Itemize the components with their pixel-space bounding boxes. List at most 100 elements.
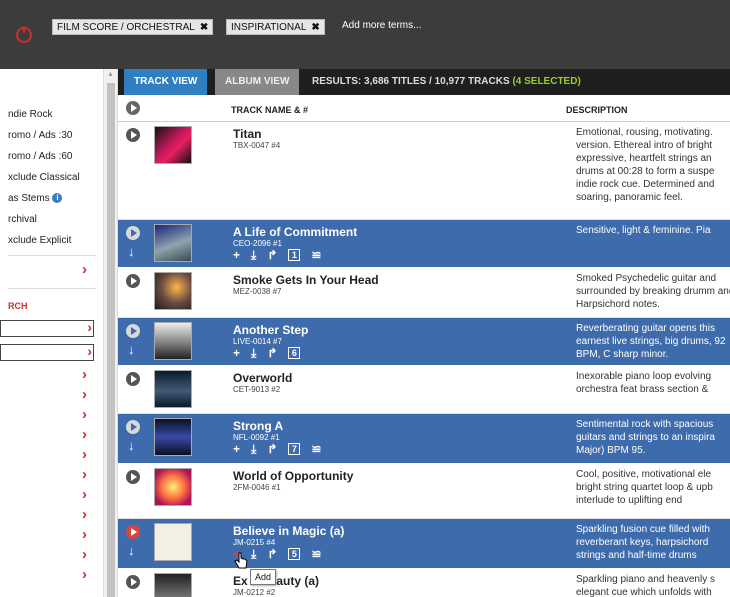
share-icon[interactable]: ↱ [267,346,277,360]
play-icon[interactable] [126,525,140,539]
track-title[interactable]: Smoke Gets In Your Head [233,273,379,287]
download-arrow-icon[interactable]: ↓ [128,438,135,453]
play-icon[interactable] [126,128,140,142]
chevron-right-icon[interactable]: › [82,527,87,542]
search-term-chip[interactable]: INSPIRATIONAL ✖ [226,19,325,35]
track-actions: + ⤓ ↱ 1 ≌ [233,248,332,262]
album-art [154,126,192,164]
power-icon[interactable] [16,26,32,43]
track-row[interactable]: Smoke Gets In Your Head MEZ-0038 #7 Smok… [118,268,730,318]
track-code: TBX-0047 #4 [233,141,281,150]
search-term-chip[interactable]: FILM SCORE / ORCHESTRAL ✖ [52,19,214,35]
chevron-right-icon[interactable]: › [82,407,87,422]
download-arrow-icon[interactable]: ↓ [128,244,135,259]
chevron-right-icon[interactable]: › [87,343,92,359]
track-row[interactable]: ↓ Strong A NFL-0092 #1 + ⤓ ↱ 7 ≌ Sentimental… [118,414,730,464]
play-icon[interactable] [126,372,140,386]
track-description: Sparkling piano and heavenly s elegant c… [576,574,715,597]
filter-exclude-classical[interactable]: xclude Classical [8,172,80,183]
remove-term-icon[interactable]: ✖ [311,22,319,33]
track-row[interactable]: Overworld CET-9013 #2 Inexorable piano l… [118,366,730,414]
scroll-up-icon[interactable]: ▲ [107,71,114,78]
track-title[interactable]: Strong A [233,419,283,433]
play-all-icon[interactable] [126,101,140,115]
track-row[interactable]: Ex e Beauty (a) JM-0212 #2 Sparkling pia… [118,569,730,597]
track-list: Titan TBX-0047 #4 Emotional, rousing, mo… [118,122,730,597]
search-field[interactable]: › [0,343,94,361]
tab-track-view[interactable]: TRACK VIEW [124,69,208,102]
track-title[interactable]: Believe in Magic (a) [233,524,344,538]
tab-album-view[interactable]: ALBUM VIEW [215,69,300,95]
play-icon[interactable] [126,420,140,434]
chevron-right-icon[interactable]: › [82,507,87,522]
track-code: CET-9013 #2 [233,385,281,394]
track-title[interactable]: Overworld [233,371,292,385]
track-code: LIVE-0014 #7 [233,337,282,346]
track-description: Inexorable piano loop evolving orchestra… [576,371,712,395]
track-row[interactable]: ↓ A Life of Commitment CEO-2096 #1 + ⤓ ↱ 1 ≌… [118,220,730,268]
track-code: JM-0215 #4 [233,538,276,547]
play-icon[interactable] [126,226,140,240]
track-description: Sentimental rock with spacious guitars a… [576,419,715,456]
similar-icon[interactable]: ≌ [311,248,321,262]
track-row[interactable]: Titan TBX-0047 #4 Emotional, rousing, mo… [118,122,730,220]
search-field[interactable]: › [0,319,94,337]
track-title[interactable]: Titan [233,127,261,141]
results-count: RESULTS: 3,686 TITLES / 10,977 TRACKS (4… [312,76,581,87]
column-track-name[interactable]: TRACK NAME & # [231,105,308,115]
download-arrow-icon[interactable]: ↓ [128,342,135,357]
download-icon[interactable]: ⤓ [251,442,256,457]
share-icon[interactable]: ↱ [267,442,277,456]
chevron-right-icon[interactable]: › [82,547,87,562]
filter-has-stems[interactable]: as Stems i [8,193,63,204]
chevron-right-icon[interactable]: › [82,487,87,502]
track-row[interactable]: World of Opportunity 2FM-0046 #1 Cool, p… [118,464,730,519]
track-title[interactable]: A Life of Commitment [233,225,357,239]
chevron-right-icon[interactable]: › [87,319,92,335]
download-arrow-icon[interactable]: ↓ [128,543,135,558]
share-icon[interactable]: ↱ [267,547,277,561]
filter-archival[interactable]: rchival [8,214,37,225]
filter-promo-60[interactable]: romo / Ads :60 [8,151,72,162]
track-description: Cool, positive, motivational ele bright … [576,469,713,506]
play-icon[interactable] [126,470,140,484]
track-title[interactable]: Another Step [233,323,308,337]
track-row[interactable]: ↓ Believe in Magic (a) JM-0215 #4 + ⤓ ↱ 5 ≌ … [118,519,730,569]
expand-chevron-icon[interactable]: › [82,262,87,277]
info-icon[interactable]: i [52,193,63,204]
download-icon[interactable]: ⤓ [251,547,256,562]
similar-icon[interactable]: ≌ [311,547,321,561]
chevron-right-icon[interactable]: › [82,467,87,482]
scrollbar-thumb[interactable] [107,83,115,597]
add-icon[interactable]: + [233,346,240,360]
sidebar-scrollbar[interactable]: ▲ [104,69,118,597]
share-icon[interactable]: ↱ [267,248,277,262]
track-title[interactable]: Ex e Beauty (a) [233,574,319,588]
download-icon[interactable]: ⤓ [251,346,256,361]
add-more-terms-input[interactable]: Add more terms... [342,20,421,31]
add-icon[interactable]: + [233,442,240,456]
chevron-right-icon[interactable]: › [82,567,87,582]
filter-exclude-explicit[interactable]: xclude Explicit [8,235,71,246]
play-icon[interactable] [126,324,140,338]
add-icon[interactable]: + [233,248,240,262]
track-description: Sensitive, light & feminine. Pia [576,225,711,236]
track-title[interactable]: World of Opportunity [233,469,353,483]
filter-promo-30[interactable]: romo / Ads :30 [8,130,72,141]
play-icon[interactable] [126,274,140,288]
album-art [154,418,192,456]
track-row[interactable]: ↓ Another Step LIVE-0014 #7 + ⤓ ↱ 6 Reverbe… [118,318,730,366]
track-description: Reverberating guitar opens this earnest … [576,323,726,360]
album-art [154,523,192,561]
play-icon[interactable] [126,575,140,589]
chevron-right-icon[interactable]: › [82,447,87,462]
chevron-right-icon[interactable]: › [82,367,87,382]
chevron-right-icon[interactable]: › [82,427,87,442]
similar-icon[interactable]: ≌ [311,442,321,456]
download-icon[interactable]: ⤓ [251,248,256,263]
track-actions: + ⤓ ↱ 7 ≌ [233,442,332,456]
track-code: 2FM-0046 #1 [233,483,281,492]
chevron-right-icon[interactable]: › [82,387,87,402]
filter-indie-rock[interactable]: ndie Rock [8,109,52,120]
remove-term-icon[interactable]: ✖ [200,22,208,33]
